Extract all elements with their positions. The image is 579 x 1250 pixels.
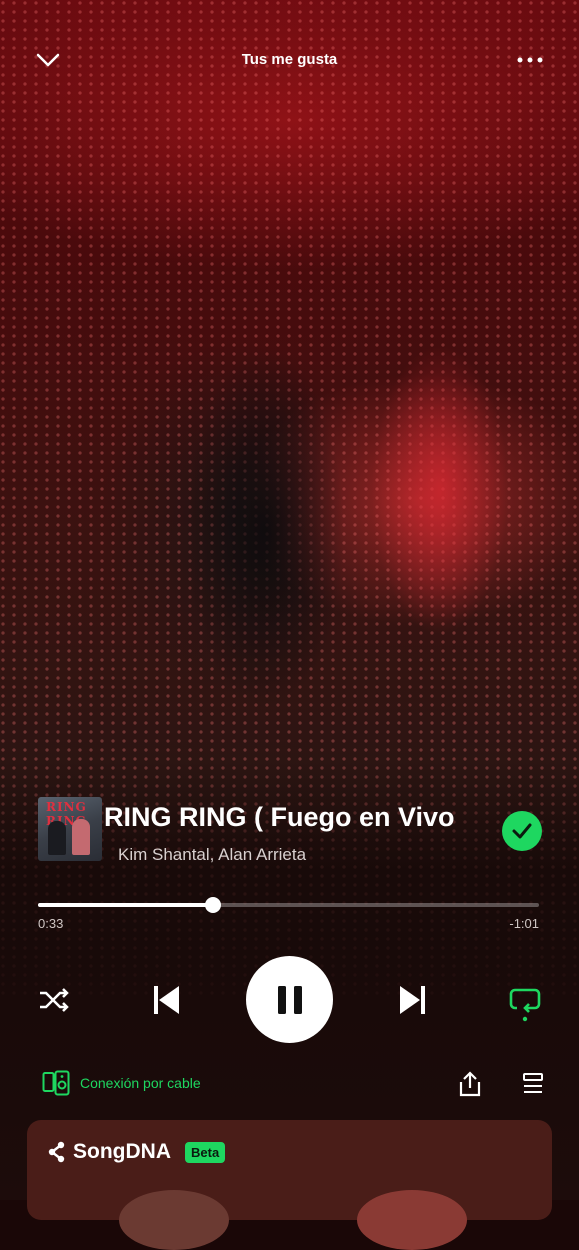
next-button[interactable]	[393, 980, 433, 1020]
album-cover[interactable]: RING RING	[38, 797, 102, 861]
song-artists[interactable]: Kim Shantal, Alan Arrieta	[118, 845, 306, 865]
queue-button[interactable]	[517, 1068, 549, 1100]
shuffle-button[interactable]	[34, 982, 74, 1018]
songdna-logo-icon	[48, 1141, 65, 1163]
songdna-card[interactable]: SongDNA Beta	[27, 1120, 552, 1250]
connect-device-button[interactable]: Conexión por cable	[42, 1070, 201, 1096]
share-button[interactable]	[454, 1068, 486, 1100]
liked-button[interactable]	[502, 811, 542, 851]
performer-right	[330, 270, 550, 770]
device-label: Conexión por cable	[80, 1075, 201, 1091]
share-icon	[459, 1071, 481, 1097]
cover-figure-2	[72, 819, 90, 855]
skip-previous-icon	[154, 986, 179, 1014]
play-pause-button[interactable]	[246, 956, 333, 1043]
song-title[interactable]: RING RING ( Fuego en Vivo	[104, 802, 476, 833]
shuffle-icon	[40, 988, 69, 1012]
page-title: Tus me gusta	[241, 51, 338, 68]
more-options-button[interactable]	[510, 46, 550, 74]
songdna-header: SongDNA Beta	[47, 1140, 226, 1164]
repeat-icon	[509, 988, 541, 1022]
songdna-avatar-1	[119, 1190, 229, 1250]
pause-icon	[277, 985, 302, 1014]
cover-figure-1	[48, 821, 66, 855]
queue-icon	[523, 1073, 543, 1093]
progress-fill	[38, 903, 214, 907]
remaining-time: -1:01	[509, 916, 539, 931]
elapsed-time: 0:33	[38, 916, 64, 931]
songdna-title: SongDNA	[73, 1140, 171, 1163]
speaker-device-icon	[42, 1070, 70, 1096]
more-horizontal-icon	[517, 57, 543, 63]
skip-next-icon	[400, 986, 425, 1014]
check-icon	[512, 823, 532, 839]
repeat-button[interactable]	[505, 980, 545, 1024]
previous-button[interactable]	[146, 980, 186, 1020]
progress-bar[interactable]	[38, 897, 539, 913]
songdna-avatar-2	[357, 1190, 467, 1250]
beta-badge: Beta	[185, 1141, 226, 1163]
